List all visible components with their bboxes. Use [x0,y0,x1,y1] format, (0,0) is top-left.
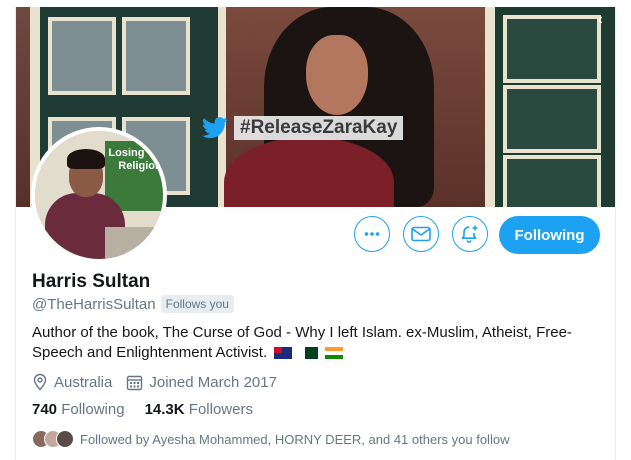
profile-name: Harris Sultan [32,271,151,292]
hashtag-text: #ReleaseZaraKay [234,116,404,140]
calendar-icon [127,375,143,390]
chevron-left-icon[interactable]: ‹ [598,11,603,29]
profile-stats: 740 Following 14.3K Followers [32,401,253,418]
message-button[interactable] [403,216,439,252]
banner-portrait-face [306,35,368,115]
location-pin-icon [33,373,47,391]
following-label: Following [61,401,125,418]
banner-shutter [485,7,615,207]
followed-by-row[interactable]: Followed by Ayesha Mohammed, HORNY DEER,… [32,430,509,448]
profile-bio: Author of the book, The Curse of God - W… [32,323,592,363]
location-item: Australia [32,373,112,391]
avatar[interactable]: Losing Your Religion [31,127,167,263]
followers-label: Followers [188,401,253,418]
mail-icon [411,226,431,242]
banner-hashtag: #ReleaseZaraKay [202,115,404,141]
following-button[interactable]: Following [499,216,600,254]
pakistan-flag-icon [299,347,318,360]
following-count: 740 [32,401,58,418]
followers-stat[interactable]: 14.3K Followers [145,401,253,418]
india-flag-icon [324,347,343,360]
followers-count: 14.3K [144,401,185,418]
joined-item: Joined March 2017 [126,374,277,391]
more-icon [364,232,380,236]
profile-meta: Australia Joined March 2017 [32,373,277,391]
follows-you-badge: Follows you [160,295,234,313]
follower-avatars [32,430,74,448]
twitter-bird-icon [202,117,228,139]
profile-card: #ReleaseZaraKay ‹ Losing Your Religion F… [15,7,616,460]
followed-by-text: Followed by Ayesha Mohammed, HORNY DEER,… [80,431,510,447]
joined-text: Joined March 2017 [149,373,277,391]
more-button[interactable] [354,216,390,252]
location-text: Australia [54,373,113,391]
profile-handle[interactable]: @TheHarrisSultan [32,296,156,313]
australia-flag-icon [274,347,293,360]
notifications-button[interactable] [452,216,488,252]
bell-plus-icon [461,225,478,243]
follower-avatar [56,430,74,448]
following-stat[interactable]: 740 Following [32,401,125,418]
handle-row: @TheHarrisSultan Follows you [32,295,234,313]
